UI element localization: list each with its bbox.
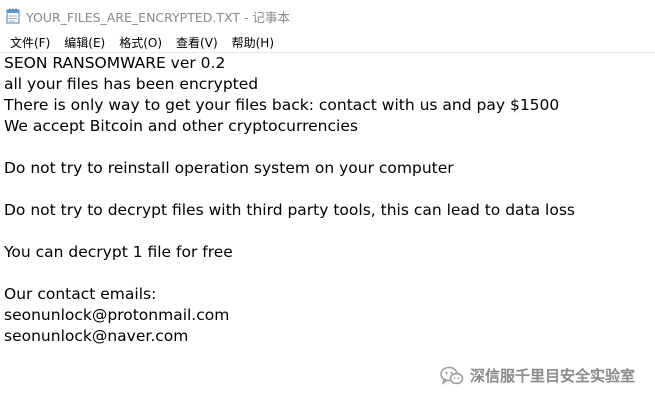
window-title: YOUR_FILES_ARE_ENCRYPTED.TXT - 记事本 <box>26 9 290 25</box>
menu-format[interactable]: 格式(O) <box>112 33 169 52</box>
text-line: You can decrypt 1 file for free <box>4 243 233 261</box>
title-bar[interactable]: YOUR_FILES_ARE_ENCRYPTED.TXT - 记事本 <box>0 0 655 32</box>
text-line: Do not try to decrypt files with third p… <box>4 201 575 219</box>
text-line: We accept Bitcoin and other cryptocurren… <box>4 117 358 135</box>
text-line: SEON RANSOMWARE ver 0.2 <box>4 54 226 72</box>
menu-file[interactable]: 文件(F) <box>3 33 57 52</box>
text-editor-area[interactable]: SEON RANSOMWARE ver 0.2 all your files h… <box>0 53 655 403</box>
text-line: There is only way to get your files back… <box>4 96 560 114</box>
menu-view[interactable]: 查看(V) <box>169 33 225 52</box>
text-line: all your files has been encrypted <box>4 75 259 93</box>
watermark: 深信服千里目安全实验室 <box>440 365 635 386</box>
text-line <box>4 179 651 200</box>
menu-bar: 文件(F) 编辑(E) 格式(O) 查看(V) 帮助(H) <box>0 32 655 53</box>
text-line: Our contact emails: <box>4 285 157 303</box>
text-line <box>4 263 651 284</box>
menu-help[interactable]: 帮助(H) <box>225 33 281 52</box>
watermark-text: 深信服千里目安全实验室 <box>469 367 635 385</box>
menu-edit[interactable]: 编辑(E) <box>57 33 112 52</box>
text-line <box>4 137 651 158</box>
text-line <box>4 221 651 242</box>
text-line: seonunlock@naver.com <box>4 327 189 345</box>
notepad-icon <box>6 8 20 24</box>
notepad-window: YOUR_FILES_ARE_ENCRYPTED.TXT - 记事本 文件(F)… <box>0 0 655 403</box>
text-line: seonunlock@protonmail.com <box>4 306 230 324</box>
wechat-icon <box>440 366 464 386</box>
text-line: Do not try to reinstall operation system… <box>4 159 454 177</box>
